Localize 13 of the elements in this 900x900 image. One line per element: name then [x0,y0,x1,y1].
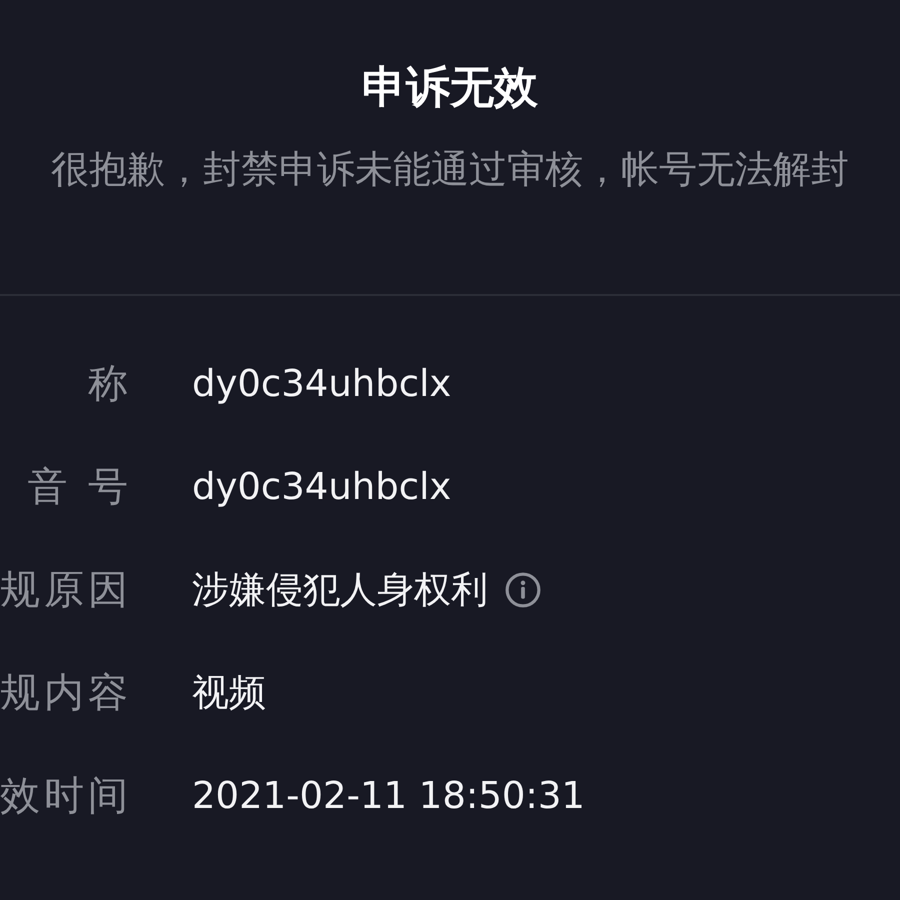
field-value: dy0c34uhbclx [192,464,452,510]
field-label: 称 [87,360,132,408]
field-value: 2021-02-11 18:50:31 [192,772,585,819]
field-label: 规原因 [0,566,132,614]
field-value: 视频 [192,670,266,716]
field-label: 规内容 [0,668,132,718]
subtitle: 很抱歉，封禁申诉未能通过审核，帐号无法解封 [51,150,849,188]
field-label: 效时间 [0,772,132,820]
field-value: dy0c34uhbclx [192,360,452,407]
info-icon[interactable] [504,570,542,608]
field-value: 涉嫌侵犯人身权利 [192,566,488,613]
field-label: 音 号 [26,462,132,512]
page-title: 申诉无效 [362,66,538,110]
